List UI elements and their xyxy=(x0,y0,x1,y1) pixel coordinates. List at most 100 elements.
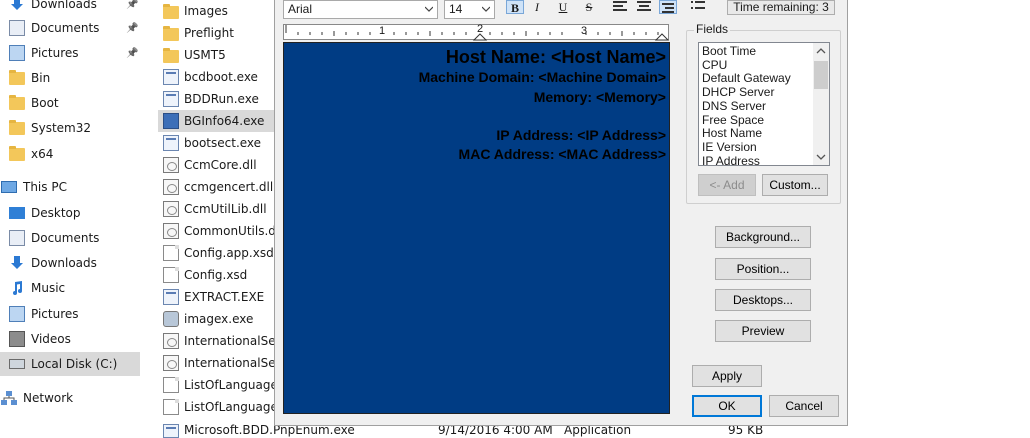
imagex-icon xyxy=(163,311,179,327)
folder-icon xyxy=(163,4,179,19)
apply-button[interactable]: Apply xyxy=(692,365,762,387)
nav-item-label: Desktop xyxy=(31,206,81,220)
field-item[interactable]: CPU xyxy=(702,58,727,72)
file-name: ccmgencert.dll xyxy=(184,180,274,194)
file-row[interactable]: CcmUtilLib.dll xyxy=(158,198,276,220)
fields-listbox[interactable]: IP Address IE Version Host Name Free Space D… xyxy=(698,42,830,166)
file-row[interactable]: imagex.exe xyxy=(158,308,276,330)
font-size-combo[interactable]: 14 xyxy=(444,0,495,19)
nav-item-label: Pictures xyxy=(31,46,79,60)
field-item[interactable]: Host Name xyxy=(702,126,762,140)
custom-button[interactable]: Custom... xyxy=(762,174,828,196)
nav-item[interactable]: Downloads 📌 xyxy=(0,0,140,16)
file-row[interactable]: Config.xsd xyxy=(158,264,276,286)
window-exe-icon xyxy=(163,91,179,107)
time-remaining-button[interactable]: Time remaining: 3 xyxy=(727,0,835,15)
file-name: Config.app.xsd xyxy=(184,246,274,260)
field-item[interactable]: IE Version xyxy=(702,140,757,154)
file-row[interactable]: USMT5 xyxy=(158,44,276,66)
file-row[interactable]: Preflight xyxy=(158,22,276,44)
position-button[interactable]: Position... xyxy=(715,258,811,280)
fields-scrollbar[interactable] xyxy=(813,43,829,165)
file-row[interactable]: bcdboot.exe xyxy=(158,66,276,88)
nav-item[interactable]: This PC xyxy=(0,175,140,199)
nav-item[interactable]: Downloads xyxy=(0,251,140,275)
file-name: bcdboot.exe xyxy=(184,70,258,84)
file-name: ListOfLanguages xyxy=(184,378,278,392)
file-row[interactable]: BGInfo64.exe xyxy=(158,110,276,132)
font-name-value: Arial xyxy=(288,2,313,16)
nav-item[interactable]: Documents xyxy=(0,226,140,250)
align-left-icon[interactable] xyxy=(613,1,627,13)
italic-button[interactable]: I xyxy=(528,0,546,14)
file-row[interactable]: ListOfLanguages xyxy=(158,396,278,418)
align-right-icon[interactable] xyxy=(659,0,677,14)
nav-item[interactable]: Videos xyxy=(0,327,140,351)
file-row[interactable]: BDDRun.exe xyxy=(158,88,276,110)
nav-item[interactable]: Desktop xyxy=(0,201,140,225)
file-row[interactable]: Images xyxy=(158,0,276,22)
folder-icon xyxy=(163,26,179,41)
file-row[interactable]: CcmCore.dll xyxy=(158,154,276,176)
nav-item-label: This PC xyxy=(23,180,67,194)
nav-item-label: x64 xyxy=(31,147,54,161)
file-name: Preflight xyxy=(184,26,234,40)
document-icon xyxy=(163,267,179,283)
file-name: USMT5 xyxy=(184,48,226,62)
file-name: CcmUtilLib.dll xyxy=(184,202,267,216)
nav-item[interactable]: Documents 📌 xyxy=(0,16,140,40)
underline-button[interactable]: U xyxy=(554,0,572,14)
nav-item[interactable]: Network xyxy=(0,386,140,410)
pictures-icon xyxy=(9,45,25,61)
document-icon xyxy=(163,245,179,261)
bullet-list-icon[interactable] xyxy=(691,1,705,13)
pin-icon: 📌 xyxy=(126,22,139,34)
scroll-up-icon[interactable] xyxy=(816,46,826,56)
ok-button[interactable]: OK xyxy=(692,395,762,417)
field-item[interactable]: Free Space xyxy=(702,113,764,127)
file-row[interactable]: bootsect.exe xyxy=(158,132,276,154)
nav-item[interactable]: Pictures xyxy=(0,302,140,326)
file-row[interactable]: CommonUtils.dll xyxy=(158,220,278,242)
preview-button[interactable]: Preview xyxy=(715,320,811,342)
field-item[interactable]: DNS Server xyxy=(702,99,766,113)
scroll-thumb[interactable] xyxy=(814,61,828,89)
file-name: CommonUtils.dll xyxy=(184,224,278,238)
file-row[interactable]: EXTRACT.EXE xyxy=(158,286,276,308)
nav-item[interactable]: Bin xyxy=(0,66,140,90)
exe-icon xyxy=(163,69,179,85)
field-item[interactable]: DHCP Server xyxy=(702,85,774,99)
file-row[interactable]: InternationalSettings xyxy=(158,330,278,352)
nav-item[interactable]: Local Disk (C:) xyxy=(0,352,140,376)
file-name: EXTRACT.EXE xyxy=(184,290,265,304)
videos-icon xyxy=(9,331,25,347)
strikethrough-button[interactable]: S xyxy=(580,0,598,14)
file-row[interactable]: InternationalSettings xyxy=(158,352,278,374)
cancel-button[interactable]: Cancel xyxy=(769,395,839,417)
font-name-combo[interactable]: Arial xyxy=(283,0,438,19)
file-name: ListOfLanguages xyxy=(184,400,278,414)
bold-button[interactable]: B xyxy=(506,0,524,15)
file-row[interactable]: ListOfLanguages xyxy=(158,374,278,396)
scroll-down-icon[interactable] xyxy=(816,152,826,162)
folder-icon xyxy=(9,95,25,110)
file-row[interactable]: ccmgencert.dll xyxy=(158,176,276,198)
desktops-button[interactable]: Desktops... xyxy=(715,289,811,311)
document-icon xyxy=(163,377,179,393)
chevron-down-icon xyxy=(425,6,433,12)
nav-item[interactable]: x64 xyxy=(0,142,140,166)
chevron-down-icon xyxy=(482,6,490,12)
nav-item[interactable]: Pictures 📌 xyxy=(0,41,140,65)
nav-item[interactable]: Boot xyxy=(0,91,140,115)
info-text-editor[interactable]: Host Name: <Host Name> Machine Domain: <M… xyxy=(283,42,670,414)
background-button[interactable]: Background... xyxy=(715,226,811,248)
music-icon xyxy=(9,280,25,296)
align-center-icon[interactable] xyxy=(637,1,651,13)
field-item[interactable]: Boot Time xyxy=(702,44,756,58)
field-item[interactable]: Default Gateway xyxy=(702,71,791,85)
file-row[interactable]: Config.app.xsd xyxy=(158,242,276,264)
nav-item[interactable]: Music xyxy=(0,276,140,300)
add-field-button[interactable]: <- Add xyxy=(698,174,756,196)
field-item[interactable]: IP Address xyxy=(702,154,760,165)
nav-item[interactable]: System32 xyxy=(0,116,140,140)
